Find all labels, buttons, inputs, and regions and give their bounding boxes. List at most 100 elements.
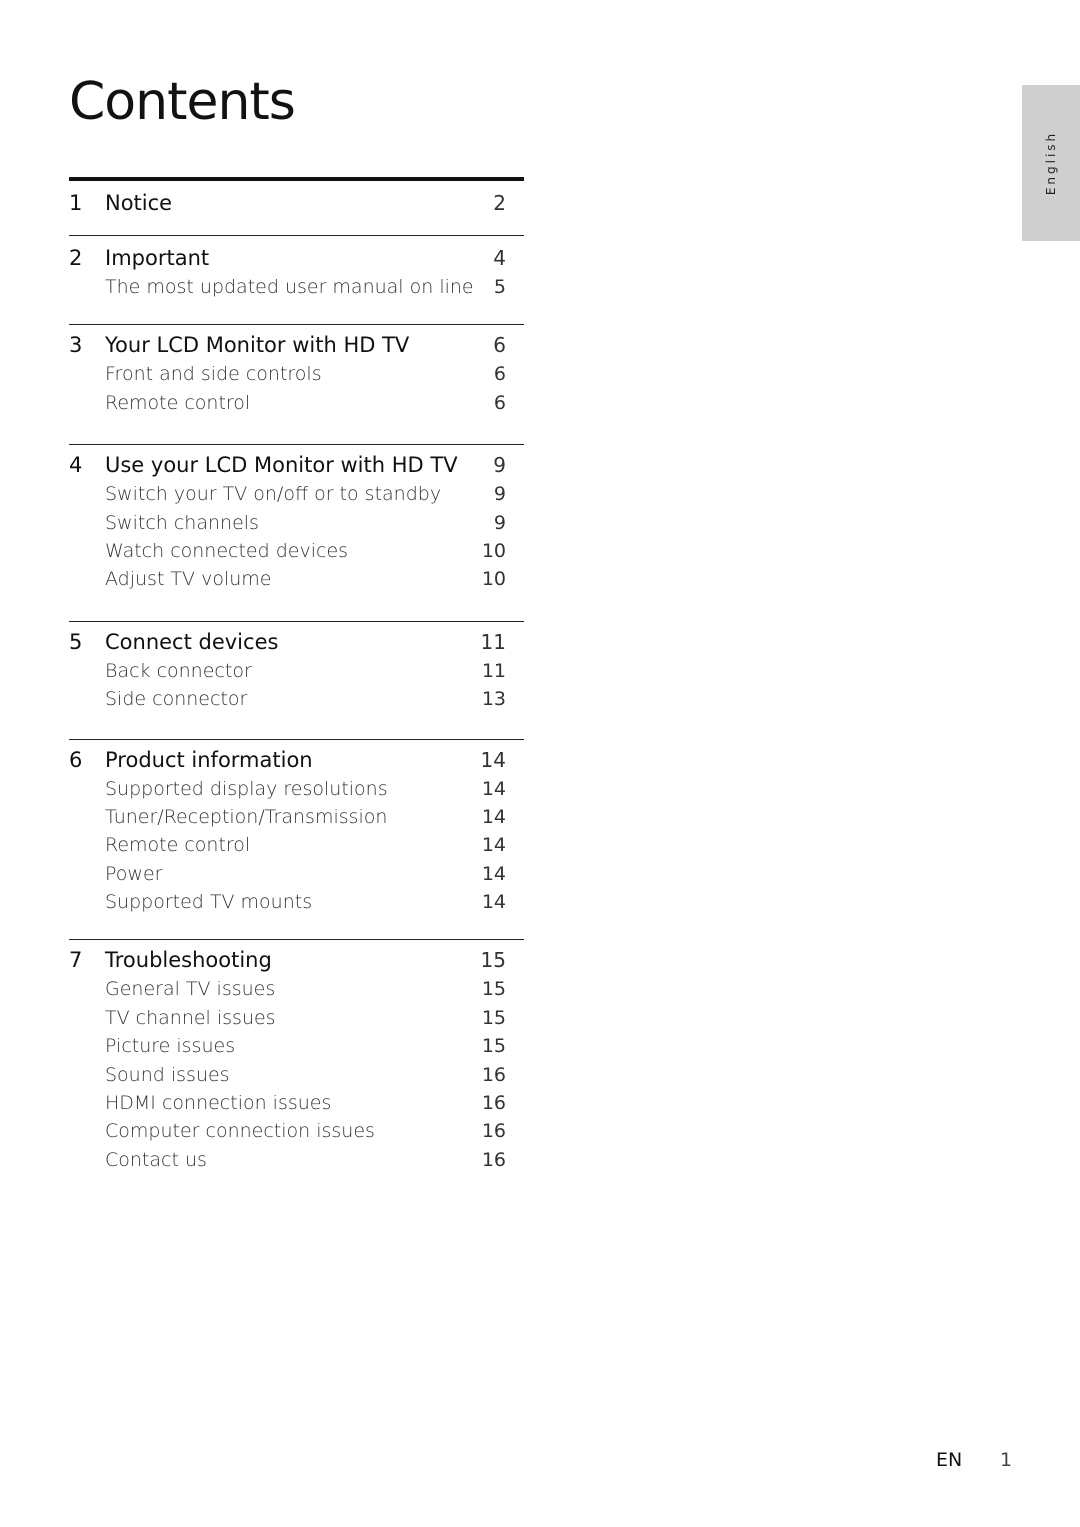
entry-title[interactable]: The most updated user manual on line [69, 276, 474, 298]
toc-section: 7 Troubleshooting 15 General TV issues 15 TV … [69, 939, 524, 1177]
entry-title[interactable]: Supported display resolutions [69, 778, 461, 800]
chapter-title[interactable]: Your LCD Monitor with HD TV [105, 333, 461, 357]
chapter-title[interactable]: Important [105, 246, 461, 270]
entry-page: 15 [481, 1035, 506, 1058]
chapter-page: 6 [493, 333, 506, 358]
chapter-number: 5 [69, 629, 83, 654]
toc-section: 3 Your LCD Monitor with HD TV 6 Front and s… [69, 324, 524, 444]
entry-title[interactable]: Watch connected devices [69, 540, 461, 562]
language-tab: English [1022, 85, 1080, 241]
table-of-contents: 1 Notice 2 2 Important 4 The most updated user… [69, 177, 524, 1177]
entry-page: 15 [481, 1006, 506, 1029]
chapter-number: 7 [69, 948, 83, 973]
toc-chapter[interactable]: 4 Use your LCD Monitor with HD TV 9 [69, 453, 524, 483]
entry-page: 15 [481, 978, 506, 1001]
entry-page: 10 [481, 568, 506, 591]
toc-entry[interactable]: Remote control 14 [69, 834, 524, 862]
entry-page: 13 [481, 688, 506, 711]
toc-entry[interactable]: Front and side controls 6 [69, 363, 524, 391]
language-tab-label: English [1044, 130, 1058, 196]
toc-entry[interactable]: Remote control 6 [69, 392, 524, 420]
entry-page: 14 [481, 862, 506, 885]
entry-page: 14 [481, 777, 506, 800]
chapter-number: 1 [69, 191, 83, 215]
entry-title[interactable]: Supported TV mounts [69, 891, 461, 913]
entry-page: 14 [481, 891, 506, 914]
entry-page: 5 [493, 276, 506, 298]
toc-entry[interactable]: Supported TV mounts 14 [69, 891, 524, 919]
entry-title[interactable]: HDMI connection issues [69, 1092, 461, 1114]
entry-page: 16 [481, 1092, 506, 1115]
toc-section: 5 Connect devices 11 Back connector 11 Side c… [69, 620, 524, 739]
entry-title[interactable]: Contact us [69, 1149, 461, 1171]
toc-entry[interactable]: Side connector 13 [69, 688, 524, 716]
entry-title[interactable]: General TV issues [69, 978, 461, 1000]
entry-page: 6 [493, 363, 506, 386]
entry-title[interactable]: Remote control [69, 834, 461, 856]
footer-language-code: EN [936, 1449, 963, 1471]
entry-title[interactable]: Side connector [69, 688, 461, 710]
toc-section: 2 Important 4 The most updated user manual … [69, 235, 524, 324]
entry-page: 6 [493, 391, 506, 414]
chapter-number: 6 [69, 747, 83, 772]
chapter-number: 3 [69, 333, 83, 358]
entry-title[interactable]: Back connector [69, 660, 461, 682]
entry-page: 14 [481, 834, 506, 857]
toc-entry[interactable]: Computer connection issues 16 [69, 1120, 524, 1148]
entry-title[interactable]: Picture issues [69, 1035, 461, 1057]
chapter-page: 14 [480, 747, 506, 772]
toc-chapter[interactable]: 2 Important 4 [69, 246, 524, 276]
toc-entry[interactable]: The most updated user manual on line 5 [69, 276, 524, 304]
entry-title[interactable]: Adjust TV volume [69, 568, 461, 590]
toc-entry[interactable]: Power 14 [69, 863, 524, 891]
chapter-page: 15 [480, 948, 506, 973]
entry-title[interactable]: Sound issues [69, 1064, 461, 1086]
toc-chapter[interactable]: 3 Your LCD Monitor with HD TV 6 [69, 333, 524, 363]
entry-title[interactable]: Switch channels [69, 512, 461, 534]
toc-entry[interactable]: Adjust TV volume 10 [69, 568, 524, 596]
page-title: Contents [69, 72, 296, 132]
entry-title[interactable]: Front and side controls [69, 363, 461, 385]
chapter-title[interactable]: Connect devices [105, 630, 461, 654]
toc-entry[interactable]: Tuner/Reception/Transmission 14 [69, 806, 524, 834]
chapter-title[interactable]: Notice [105, 191, 461, 215]
entry-title[interactable]: Remote control [69, 392, 461, 414]
entry-page: 16 [481, 1148, 506, 1171]
entry-title[interactable]: Tuner/Reception/Transmission [69, 806, 461, 828]
toc-entry[interactable]: Back connector 11 [69, 660, 524, 688]
entry-title[interactable]: Computer connection issues [69, 1120, 461, 1142]
toc-entry[interactable]: Contact us 16 [69, 1149, 524, 1177]
toc-entry[interactable]: Supported display resolutions 14 [69, 778, 524, 806]
toc-entry[interactable]: Watch connected devices 10 [69, 540, 524, 568]
toc-section: 1 Notice 2 [69, 177, 524, 235]
toc-entry[interactable]: Picture issues 15 [69, 1035, 524, 1063]
chapter-title[interactable]: Troubleshooting [105, 948, 461, 972]
toc-entry[interactable]: TV channel issues 15 [69, 1007, 524, 1035]
chapter-page: 9 [493, 453, 506, 478]
toc-entry[interactable]: Switch your TV on/off or to standby 9 [69, 483, 524, 511]
entry-title[interactable]: Switch your TV on/off or to standby [69, 483, 461, 505]
toc-chapter[interactable]: 7 Troubleshooting 15 [69, 948, 524, 978]
entry-page: 16 [481, 1120, 506, 1143]
chapter-title[interactable]: Use your LCD Monitor with HD TV [105, 453, 461, 477]
chapter-page: 4 [493, 246, 506, 270]
entry-page: 10 [481, 539, 506, 562]
chapter-page: 11 [480, 629, 506, 654]
entry-page: 16 [481, 1063, 506, 1086]
toc-chapter[interactable]: 1 Notice 2 [69, 191, 524, 221]
entry-page: 9 [493, 511, 506, 534]
chapter-page: 2 [493, 191, 506, 215]
toc-section: 6 Product information 14 Supported display … [69, 738, 524, 940]
toc-chapter[interactable]: 6 Product information 14 [69, 748, 524, 778]
toc-section: 4 Use your LCD Monitor with HD TV 9 Switch … [69, 444, 524, 621]
entry-title[interactable]: Power [69, 863, 461, 885]
toc-entry[interactable]: General TV issues 15 [69, 978, 524, 1006]
toc-chapter[interactable]: 5 Connect devices 11 [69, 630, 524, 660]
chapter-number: 2 [69, 246, 83, 270]
chapter-title[interactable]: Product information [105, 748, 461, 772]
toc-entry[interactable]: Switch channels 9 [69, 512, 524, 540]
toc-entry[interactable]: Sound issues 16 [69, 1064, 524, 1092]
toc-entry[interactable]: HDMI connection issues 16 [69, 1092, 524, 1120]
entry-page: 11 [481, 659, 506, 682]
entry-title[interactable]: TV channel issues [69, 1007, 461, 1029]
